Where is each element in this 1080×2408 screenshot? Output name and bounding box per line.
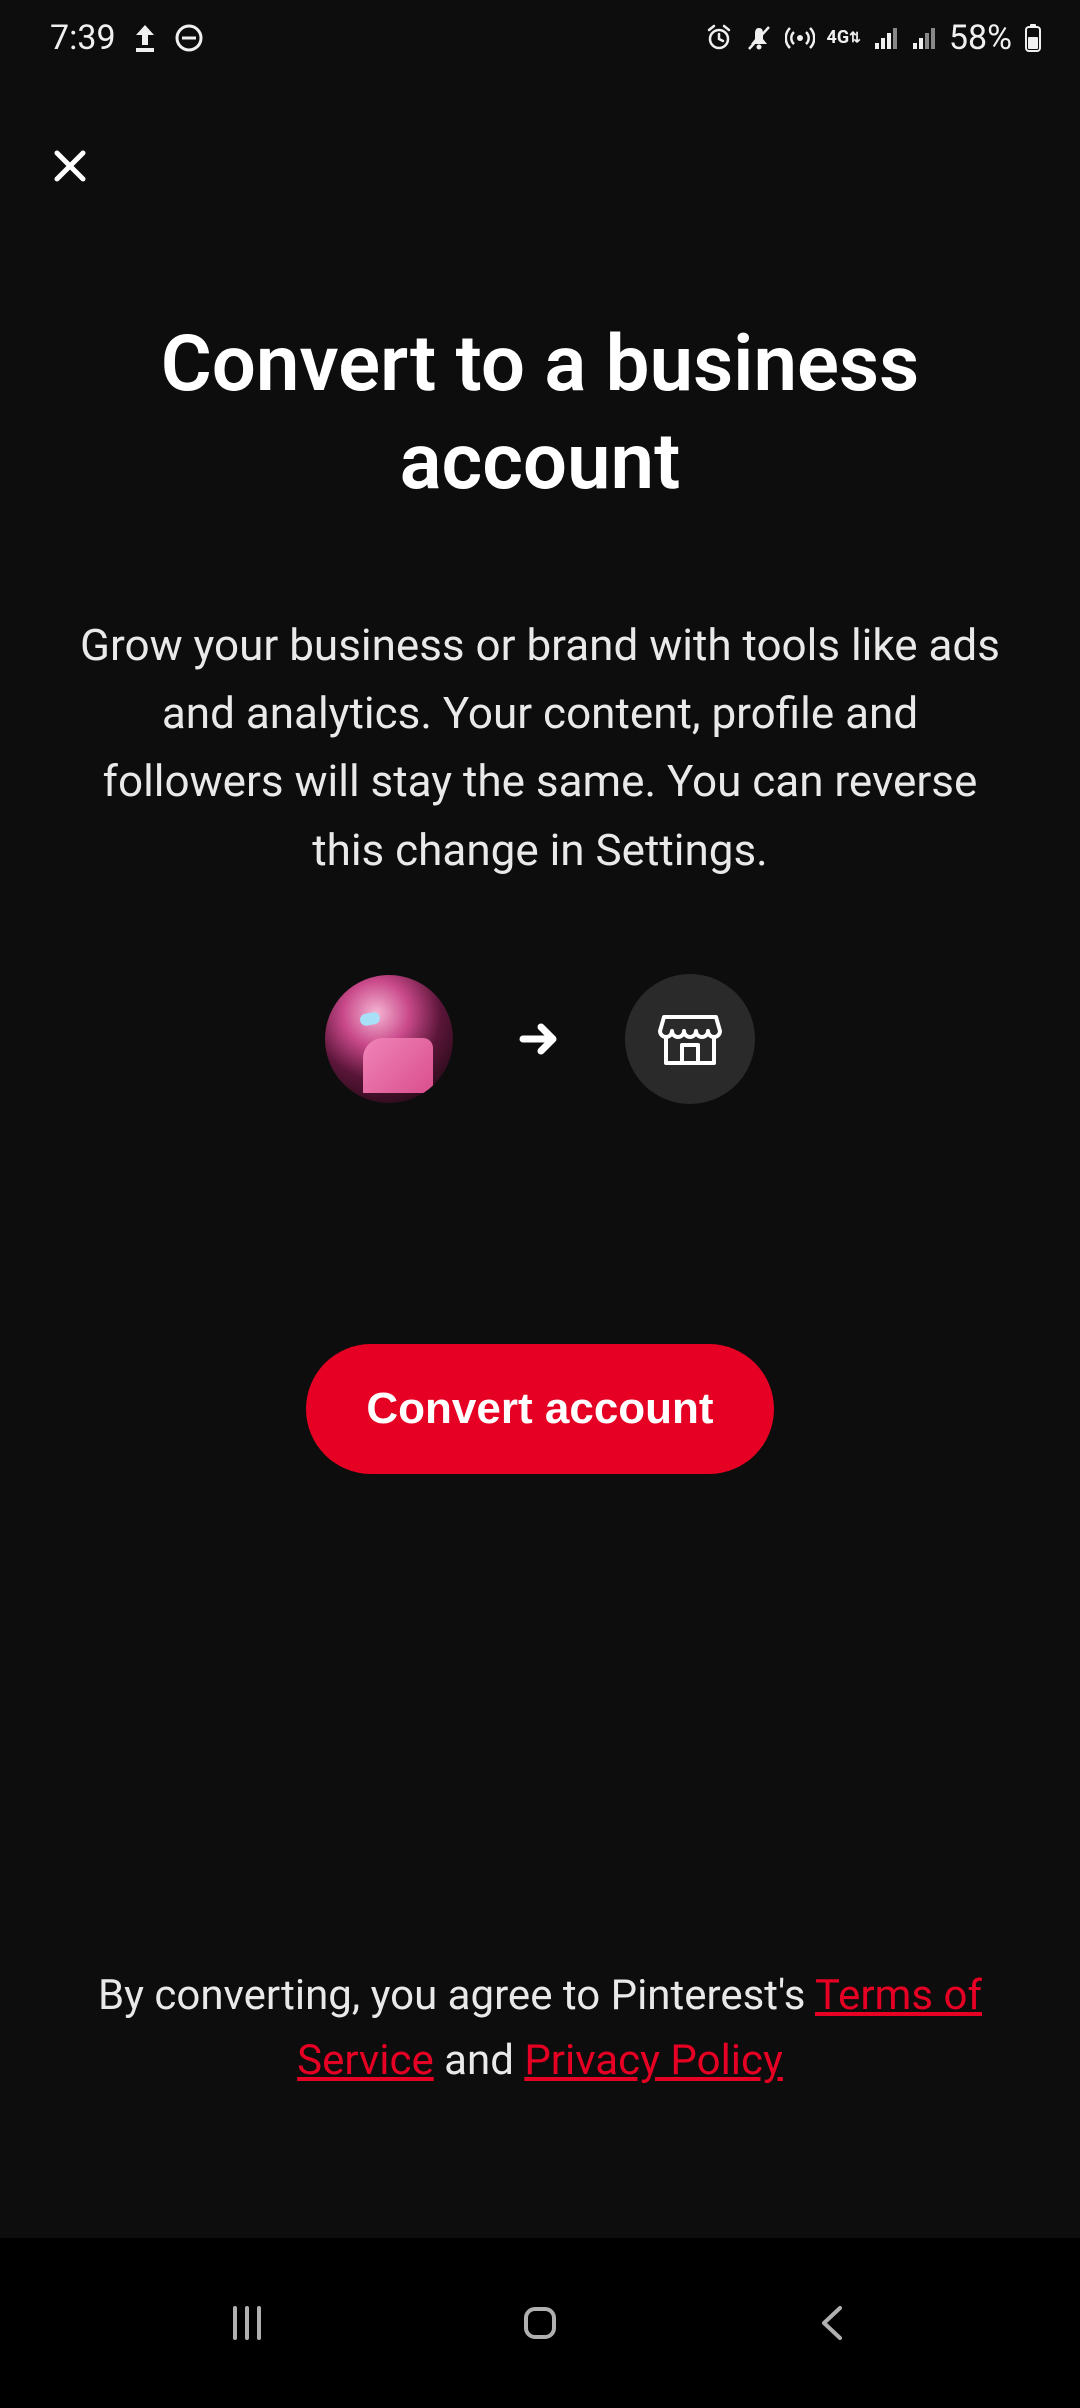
battery-percent: 58% (949, 18, 1012, 58)
dnd-icon (174, 23, 204, 53)
page-subtitle: Grow your business or brand with tools l… (70, 611, 1010, 884)
privacy-policy-link[interactable]: Privacy Policy (524, 2036, 783, 2085)
hotspot-icon (785, 23, 815, 53)
main-content: Convert to a business account Grow your … (0, 216, 1080, 1474)
alarm-icon (705, 24, 733, 52)
convert-account-button[interactable]: Convert account (306, 1344, 773, 1474)
battery-icon (1024, 23, 1042, 53)
network-4g-icon: 4G⇅ (827, 29, 861, 47)
user-avatar (325, 975, 453, 1103)
home-button[interactable] (515, 2298, 565, 2348)
status-right: 4G⇅ 58% (705, 18, 1042, 58)
arrow-right-icon (515, 1015, 563, 1063)
page-title: Convert to a business account (70, 316, 1010, 511)
signal-icon-2 (911, 25, 937, 51)
storefront-icon (652, 1001, 728, 1077)
mute-icon (745, 24, 773, 52)
legal-text: By converting, you agree to Pinterest's … (0, 1963, 1080, 2093)
business-icon-wrap (625, 974, 755, 1104)
signal-icon-1 (873, 25, 899, 51)
status-time: 7:39 (50, 18, 116, 58)
back-button[interactable] (808, 2298, 858, 2348)
header (0, 76, 1080, 216)
close-button[interactable] (40, 136, 100, 196)
home-icon (515, 2298, 565, 2348)
legal-prefix: By converting, you agree to Pinterest's (98, 1971, 815, 2020)
status-left: 7:39 (50, 18, 204, 58)
back-icon (808, 2298, 858, 2348)
upload-icon (132, 23, 158, 53)
status-bar: 7:39 4G⇅ 58% (0, 0, 1080, 76)
cta-wrap: Convert account (70, 1344, 1010, 1474)
recents-button[interactable] (222, 2298, 272, 2348)
legal-and: and (434, 2036, 525, 2085)
system-nav-bar (0, 2238, 1080, 2408)
conversion-illustration (70, 974, 1010, 1104)
close-icon (49, 145, 91, 187)
recents-icon (222, 2298, 272, 2348)
